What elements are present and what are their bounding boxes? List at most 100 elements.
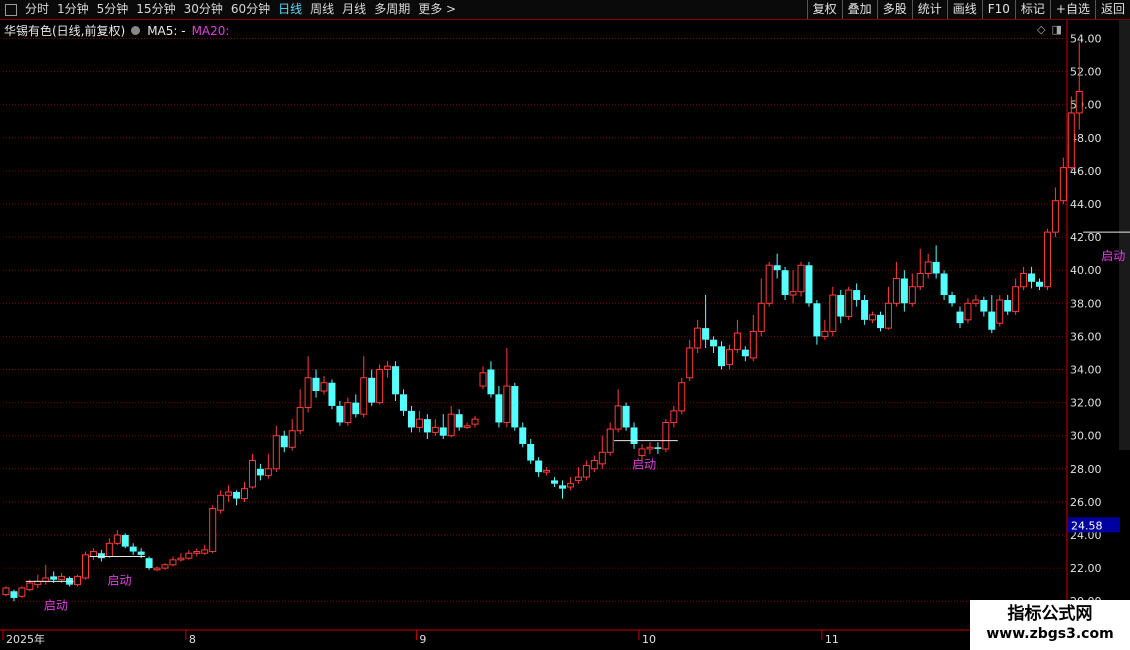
- x-tick-label: 2025年: [6, 632, 45, 646]
- x-tick-label: 9: [419, 633, 426, 646]
- toolbar: 分时 1分钟 5分钟 15分钟 30分钟 60分钟 日线 周线 月线 多周期 更多 > 复权 叠加 多股…: [0, 0, 1130, 20]
- candle-body: [352, 402, 360, 415]
- candle-body: [479, 372, 487, 387]
- candle-body: [137, 551, 145, 555]
- candle-body: [185, 552, 193, 559]
- candle-body: [765, 264, 773, 304]
- candle-body: [1036, 281, 1043, 287]
- current-price-label: 24.58: [1071, 519, 1103, 532]
- watermark-url: www.zbgs3.com: [986, 626, 1114, 642]
- candle-body: [884, 302, 892, 329]
- candle-body: [694, 327, 702, 349]
- candle-body: [1020, 273, 1028, 288]
- toolbar-button[interactable]: 统计: [911, 0, 947, 19]
- candle-body: [161, 564, 169, 569]
- y-tick-label: 22.00: [1070, 562, 1102, 575]
- y-tick-label: 36.00: [1070, 330, 1102, 343]
- candle-body: [797, 264, 805, 293]
- candle-body: [853, 290, 861, 300]
- candle-body: [415, 418, 423, 428]
- toolbar-button[interactable]: 多股: [876, 0, 912, 19]
- candle-body: [511, 386, 519, 428]
- candle-body: [606, 428, 614, 453]
- candle-body: [733, 332, 741, 351]
- candle-body: [400, 394, 407, 411]
- candle-body: [1043, 231, 1051, 288]
- candle-body: [328, 382, 336, 406]
- candle-body: [360, 377, 368, 415]
- period-tab[interactable]: 周线: [306, 0, 338, 19]
- y-tick-label: 52.00: [1070, 66, 1102, 79]
- candle-body: [996, 299, 1004, 324]
- period-tab[interactable]: 30分钟: [180, 0, 227, 19]
- period-tab[interactable]: 多周期: [370, 0, 414, 19]
- toolbar-button[interactable]: 返回: [1094, 0, 1130, 19]
- candle-body: [2, 587, 10, 596]
- period-tab[interactable]: 15分钟: [132, 0, 179, 19]
- candle-body: [10, 591, 18, 598]
- candle-body: [392, 366, 400, 395]
- candle-body: [956, 311, 964, 324]
- candle-body: [201, 549, 209, 554]
- candle-body: [646, 446, 654, 450]
- candle-body: [598, 451, 606, 465]
- window-icon[interactable]: ◨: [1051, 23, 1061, 36]
- candle-body: [368, 377, 376, 403]
- right-tools: 复权 叠加 多股 统计 画线 F10 标记 +自选 返回: [806, 0, 1130, 19]
- toolbar-button[interactable]: F10: [981, 0, 1015, 19]
- toolbar-button[interactable]: 叠加: [841, 0, 877, 19]
- candle-body: [233, 491, 241, 499]
- menu-square-icon[interactable]: [5, 3, 17, 16]
- candle-body: [638, 448, 646, 457]
- candle-body: [18, 587, 26, 597]
- period-tabs: 分时 1分钟 5分钟 15分钟 30分钟 60分钟 日线 周线 月线 多周期 更多 >: [21, 0, 807, 19]
- candle-body: [702, 328, 710, 340]
- period-tab[interactable]: 月线: [338, 0, 370, 19]
- y-tick-label: 50.00: [1070, 99, 1102, 112]
- candle-body: [725, 349, 733, 366]
- candle-body: [877, 314, 884, 329]
- stock-title: 华锡有色(日线,前复权): [4, 24, 126, 38]
- side-tab-strip: [1119, 20, 1130, 450]
- candle-body: [439, 427, 447, 436]
- period-tab[interactable]: 5分钟: [93, 0, 133, 19]
- y-tick-label: 44.00: [1070, 198, 1102, 211]
- candle-body: [527, 443, 535, 461]
- y-tick-label: 38.00: [1070, 297, 1102, 310]
- candle-body: [177, 557, 185, 561]
- candle-body: [209, 508, 217, 553]
- candle-body: [447, 413, 455, 437]
- candle-body: [900, 278, 908, 304]
- signal-label: 启动: [44, 598, 68, 612]
- candle-body: [431, 426, 439, 433]
- period-tab[interactable]: 60分钟: [227, 0, 274, 19]
- toolbar-button[interactable]: 画线: [946, 0, 982, 19]
- corner-icons: ◇ ◨: [1037, 23, 1062, 36]
- signal-label: 启动: [632, 458, 656, 472]
- candle-body: [264, 468, 272, 476]
- candle-body: [487, 369, 495, 395]
- candle-body: [590, 460, 598, 470]
- toolbar-button[interactable]: 复权: [806, 0, 842, 19]
- diamond-icon[interactable]: ◇: [1037, 23, 1045, 36]
- candle-body: [837, 295, 845, 317]
- period-tab[interactable]: 日线: [274, 0, 306, 19]
- candle-body: [169, 559, 177, 566]
- toolbar-button[interactable]: +自选: [1049, 0, 1095, 19]
- candlestick-chart: 20.0022.0024.0026.0028.0030.0032.0034.00…: [0, 20, 1130, 646]
- period-tab[interactable]: 分时: [21, 0, 53, 19]
- toolbar-button[interactable]: 标记: [1014, 0, 1050, 19]
- candle-body: [320, 382, 328, 392]
- candle-body: [241, 488, 248, 500]
- candle-body: [932, 261, 940, 274]
- period-tab[interactable]: 1分钟: [53, 0, 93, 19]
- candle-body: [304, 377, 312, 409]
- period-tab[interactable]: 更多 >: [414, 0, 460, 19]
- candle-body: [26, 582, 34, 591]
- candle-body: [248, 460, 256, 488]
- candle-body: [463, 425, 471, 428]
- candle-body: [845, 289, 853, 318]
- indicator-toggle-icon[interactable]: [131, 26, 141, 35]
- candle-body: [630, 427, 638, 444]
- candle-body: [97, 553, 105, 559]
